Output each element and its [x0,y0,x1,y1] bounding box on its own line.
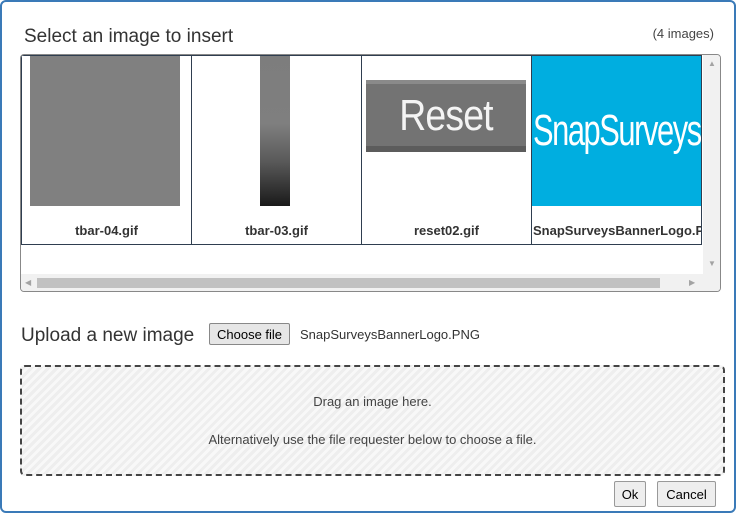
thumbnail-caption: reset02.gif [413,223,480,238]
selected-file-name: SnapSurveysBannerLogo.PNG [300,327,480,342]
thumbnail-caption: SnapSurveysBannerLogo.PNG [533,223,701,238]
upload-label: Upload a new image [21,325,195,346]
ok-button[interactable]: Ok [614,481,646,507]
thumbnail-image [30,56,180,206]
scrollbar-corner [703,274,720,291]
gallery-item-reset02[interactable]: Reset reset02.gif [362,55,532,245]
drop-instruction: Drag an image here. [313,394,432,409]
thumbnail-image-text: SnapSurveys [532,106,701,155]
gallery-item-tbar-04[interactable]: tbar-04.gif [21,55,192,245]
insert-image-dialog: Select an image to insert (4 images) tba… [0,0,736,513]
thumbnail-image: Reset [366,80,526,152]
thumbnail-caption: tbar-04.gif [75,223,138,238]
image-drop-zone[interactable]: Drag an image here. Alternatively use th… [20,365,725,476]
thumbnail-strip: tbar-04.gif tbar-03.gif Reset reset02.gi… [21,55,702,245]
dialog-title: Select an image to insert [24,26,234,47]
scroll-down-icon[interactable]: ▼ [708,259,716,269]
thumbnail-image-text: Reset [399,91,493,140]
horizontal-scroll-thumb[interactable] [37,278,660,288]
thumbnail-image: SnapSurveys [532,56,701,206]
scroll-up-icon[interactable]: ▲ [708,59,716,69]
vertical-scrollbar[interactable]: ▲ ▼ [703,55,720,274]
scroll-right-icon[interactable]: ▶ [689,278,695,288]
drop-alternative-instruction: Alternatively use the file requester bel… [208,432,537,447]
image-gallery: tbar-04.gif tbar-03.gif Reset reset02.gi… [20,54,721,292]
thumbnail-caption: tbar-03.gif [245,223,308,238]
choose-file-button[interactable]: Choose file [209,323,291,345]
thumbnail-image [260,56,290,206]
scroll-left-icon[interactable]: ◀ [25,278,31,288]
image-count: (4 images) [652,26,714,41]
cancel-button[interactable]: Cancel [657,481,716,507]
gallery-item-snapsurveys-logo[interactable]: SnapSurveys SnapSurveysBannerLogo.PNG [532,55,702,245]
gallery-item-tbar-03[interactable]: tbar-03.gif [192,55,362,245]
horizontal-scrollbar[interactable]: ◀ ▶ [21,274,703,291]
